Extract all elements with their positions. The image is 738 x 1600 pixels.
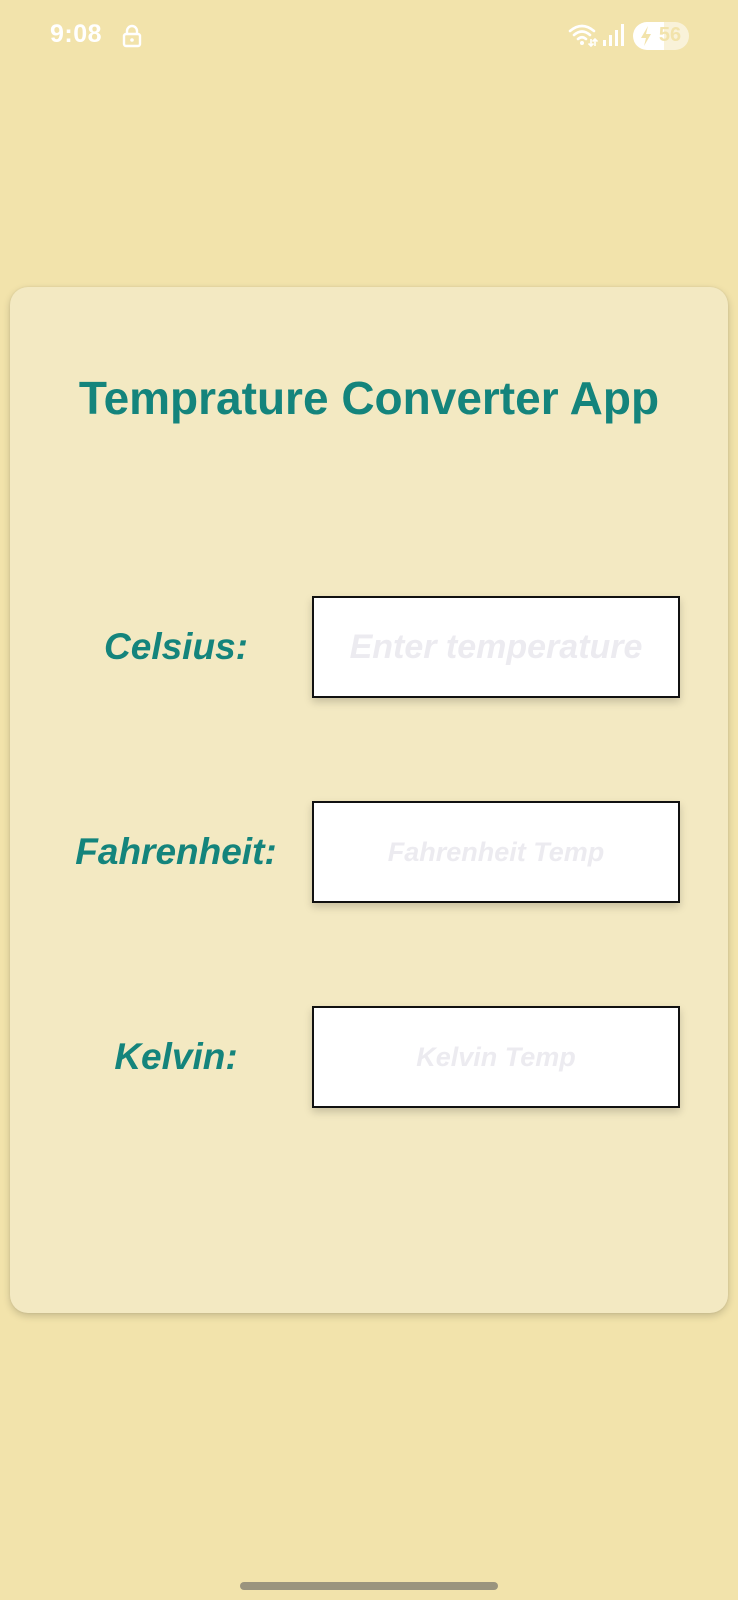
wifi-icon (568, 24, 598, 48)
celsius-label: Celsius: (104, 626, 248, 667)
lock-icon (122, 24, 142, 48)
gesture-nav-bar[interactable] (240, 1582, 498, 1590)
battery-level: 56 (658, 24, 682, 46)
battery-indicator: 56 (633, 22, 689, 50)
celsius-input[interactable] (312, 596, 680, 698)
signal-icon (603, 24, 624, 46)
page-title: Temprature Converter App (78, 372, 660, 424)
status-time: 9:08 (50, 20, 103, 48)
kelvin-label: Kelvin: (114, 1036, 238, 1077)
kelvin-input[interactable] (312, 1006, 680, 1108)
converter-card: Temprature Converter App Celsius: Fahren… (10, 287, 728, 1313)
status-bar: 9:08 56 (0, 0, 738, 72)
fahrenheit-input[interactable] (312, 801, 680, 903)
fahrenheit-label: Fahrenheit: (75, 831, 277, 872)
battery-charging-icon (641, 26, 651, 46)
